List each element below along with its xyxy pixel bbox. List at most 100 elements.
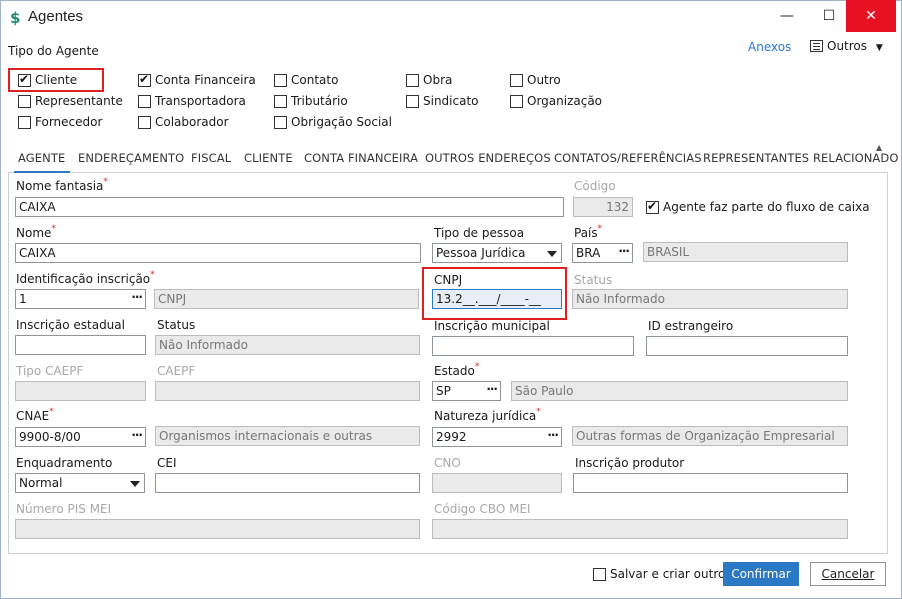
cancelar-button[interactable]: Cancelar	[810, 562, 886, 586]
tab-conta-financeira[interactable]: CONTA FINANCEIRA	[304, 151, 418, 165]
codigo-label: Código	[574, 179, 616, 193]
agent-type-group-label: Tipo do Agente	[8, 44, 99, 58]
dropdown-caret-icon	[547, 251, 557, 257]
checkbox-transportadora[interactable]: Transportadora	[138, 94, 246, 108]
outros-menu-button[interactable]: Outros ▼	[810, 39, 883, 57]
tab-representantes[interactable]: REPRESENTANTES RELACIONADO	[703, 151, 899, 165]
checkbox-label: Conta Financeira	[155, 73, 256, 87]
natureza-juridica-input[interactable]: 2992 ···	[432, 427, 562, 447]
cbo-mei-label: Código CBO MEI	[434, 502, 531, 516]
checkbox-label: Contato	[291, 73, 339, 87]
estado-code-input[interactable]: SP ···	[432, 381, 501, 401]
lookup-ellipsis-icon[interactable]: ···	[547, 428, 559, 442]
tab-agente[interactable]: AGENTE	[18, 151, 65, 165]
tab-fiscal[interactable]: FISCAL	[191, 151, 231, 165]
id-estrangeiro-input[interactable]	[646, 336, 848, 356]
checkbox-fornecedor[interactable]: Fornecedor	[18, 115, 102, 129]
inscricao-estadual-input[interactable]	[15, 335, 146, 355]
tab-outros-enderecos[interactable]: OUTROS ENDEREÇOS	[425, 151, 551, 165]
checkbox-obra[interactable]: Obra	[406, 73, 452, 87]
cei-input[interactable]	[155, 473, 420, 493]
checkbox-outro[interactable]: Outro	[510, 73, 561, 87]
checkbox-label: Representante	[35, 94, 123, 108]
checkbox-representante[interactable]: Representante	[18, 94, 123, 108]
checkbox-box	[138, 94, 151, 108]
tipo-caepf-label: Tipo CAEPF	[16, 364, 84, 378]
anexos-link[interactable]: Anexos	[748, 40, 791, 54]
cno-field	[432, 473, 562, 493]
checkbox-box	[274, 73, 287, 87]
status-top-field: Não Informado	[572, 289, 848, 309]
lookup-ellipsis-icon[interactable]: ···	[618, 244, 630, 258]
checkbox-label: Salvar e criar outro	[610, 567, 726, 581]
inscricao-municipal-input[interactable]	[432, 336, 634, 356]
minimize-button[interactable]: —	[764, 0, 810, 32]
tipo-caepf-field	[15, 381, 146, 401]
inscricao-produtor-input[interactable]	[573, 473, 848, 493]
enquadramento-label: Enquadramento	[16, 456, 113, 470]
checkbox-tributario[interactable]: Tributário	[274, 94, 348, 108]
checkbox-box	[510, 94, 523, 108]
checkbox-box	[18, 115, 31, 129]
tabs-scroll-arrow-icon[interactable]: ▲	[876, 143, 882, 152]
checkbox-organizacao[interactable]: Organização	[510, 94, 602, 108]
outros-label: Outros	[827, 39, 868, 53]
checkbox-box	[406, 73, 419, 87]
natureza-juridica-label: Natureza jurídica*	[434, 407, 541, 423]
estado-name-field: São Paulo	[511, 381, 848, 401]
tab-enderecamento[interactable]: ENDEREÇAMENTO	[78, 151, 184, 165]
status-ie-label: Status	[157, 318, 196, 332]
estado-code-value: SP	[436, 384, 451, 398]
cei-label: CEI	[157, 456, 177, 470]
close-button[interactable]: ✕	[846, 0, 896, 32]
pais-name-field: BRASIL	[643, 242, 848, 262]
lookup-ellipsis-icon[interactable]: ···	[131, 290, 143, 304]
cnae-code-value: 9900-8/00	[19, 430, 81, 444]
checkbox-cliente[interactable]: Cliente	[18, 72, 77, 87]
cnpj-input[interactable]: 13.2__.___/____-__	[432, 289, 562, 309]
checkbox-contato[interactable]: Contato	[274, 73, 338, 87]
cancelar-label: Cancelar	[821, 567, 875, 581]
identificacao-inscricao-label: Identificação inscrição*	[16, 270, 155, 286]
fluxo-caixa-checkbox[interactable]: Agente faz parte do fluxo de caixa	[646, 199, 870, 214]
tab-contatos-referencias[interactable]: CONTATOS/REFERÊNCIAS	[554, 151, 702, 165]
enquadramento-select[interactable]: Normal	[15, 473, 145, 493]
tab-cliente[interactable]: CLIENTE	[244, 151, 293, 165]
checkbox-box	[406, 94, 419, 108]
natureza-code-value: 2992	[436, 430, 467, 444]
nome-fantasia-input[interactable]: CAIXA	[15, 197, 564, 217]
confirmar-button[interactable]: Confirmar	[723, 562, 799, 586]
tipo-pessoa-label: Tipo de pessoa	[434, 226, 525, 240]
inscricao-produtor-label: Inscrição produtor	[575, 456, 685, 470]
pais-code-input[interactable]: BRA ···	[572, 243, 633, 263]
checkbox-label: Sindicato	[423, 94, 479, 108]
status-top-label: Status	[574, 273, 613, 287]
natureza-desc-field: Outras formas de Organização Empresarial	[572, 426, 848, 446]
checkbox-box	[646, 199, 659, 214]
chevron-down-icon: ▼	[875, 43, 883, 53]
cnae-input[interactable]: 9900-8/00 ···	[15, 427, 146, 447]
lookup-ellipsis-icon[interactable]: ···	[486, 382, 498, 396]
enquadramento-value: Normal	[19, 476, 63, 490]
checkbox-sindicato[interactable]: Sindicato	[406, 94, 479, 108]
caepf-label: CAEPF	[157, 364, 196, 378]
cbo-mei-field	[432, 519, 848, 539]
inscricao-estadual-label: Inscrição estadual	[16, 318, 125, 332]
cno-label: CNO	[434, 456, 461, 470]
nome-input[interactable]: CAIXA	[15, 243, 421, 263]
checkbox-label: Obra	[423, 73, 453, 87]
list-icon	[810, 40, 823, 52]
tipo-pessoa-select[interactable]: Pessoa Jurídica	[432, 243, 562, 263]
pis-mei-field	[15, 519, 420, 539]
pais-label: País*	[574, 224, 603, 240]
dropdown-caret-icon	[130, 481, 140, 487]
salvar-criar-outro-checkbox[interactable]: Salvar e criar outro	[593, 567, 725, 581]
checkbox-box	[18, 72, 31, 87]
lookup-ellipsis-icon[interactable]: ···	[131, 428, 143, 442]
checkbox-colaborador[interactable]: Colaborador	[138, 115, 229, 129]
checkbox-label: Agente faz parte do fluxo de caixa	[663, 200, 870, 214]
checkbox-conta-financeira[interactable]: Conta Financeira	[138, 72, 256, 87]
identificacao-inscricao-input[interactable]: 1 ···	[15, 289, 146, 309]
nome-fantasia-label: Nome fantasia*	[16, 177, 108, 193]
checkbox-obrigacao-social[interactable]: Obrigação Social	[274, 115, 392, 129]
